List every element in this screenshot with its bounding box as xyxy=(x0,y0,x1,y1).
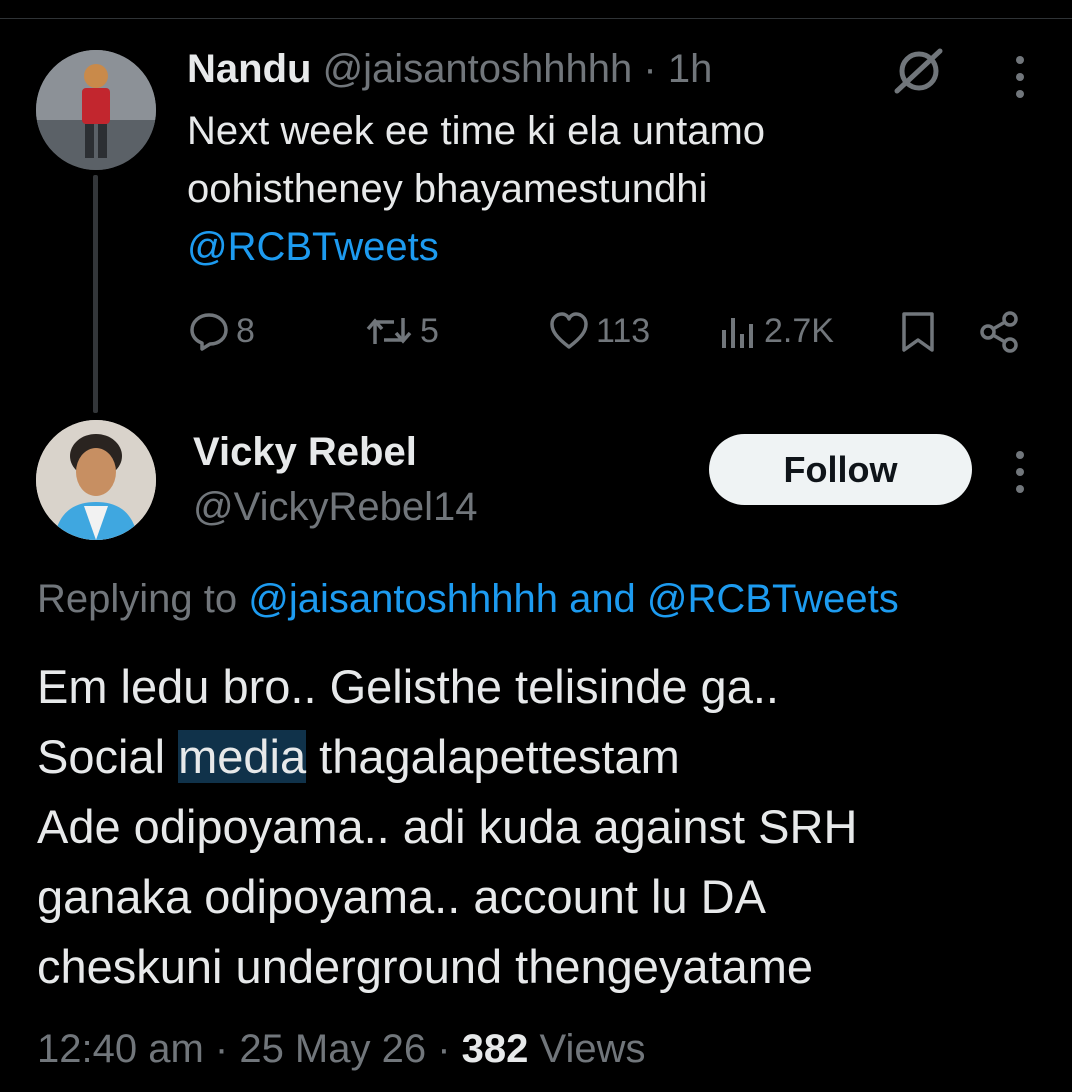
reply-icon xyxy=(188,310,230,352)
views-number: 382 xyxy=(461,1027,529,1071)
parent-display-name[interactable]: Nandu xyxy=(187,47,311,91)
vicky-avatar[interactable] xyxy=(36,420,156,540)
top-divider xyxy=(0,18,1072,19)
tweet-meta: 12:40 am · 25 May 26 · 382 Views xyxy=(37,1024,646,1074)
like-action[interactable]: 113 xyxy=(548,310,650,352)
timestamp[interactable]: 12:40 am · 25 May 26 · xyxy=(37,1027,462,1071)
parent-text-line2: oohistheney bhayamestundhi xyxy=(187,167,708,211)
replying-to-prefix: Replying to xyxy=(37,577,249,621)
reply-more-icon[interactable] xyxy=(1016,451,1024,493)
line2-suffix: thagalapettestam xyxy=(306,730,680,783)
reply-text-line2: Social media thagalapettestam xyxy=(37,722,857,792)
reply-text-line3: Ade odipoyama.. adi kuda against SRH xyxy=(37,800,858,853)
replying-to: Replying to @jaisantoshhhhh and @RCBTwee… xyxy=(37,575,899,623)
repost-icon xyxy=(364,310,414,352)
share-icon[interactable] xyxy=(978,310,1022,354)
parent-separator: · xyxy=(643,47,657,91)
replying-to-and: and xyxy=(557,577,647,621)
repost-count: 5 xyxy=(420,311,439,350)
views-count: 2.7K xyxy=(764,311,834,350)
follow-button[interactable]: Follow xyxy=(709,434,972,505)
reply-text-line1: Em ledu bro.. Gelisthe telisinde ga.. xyxy=(37,660,779,713)
reply-text-line5: cheskuni underground thengeyatame xyxy=(37,940,814,993)
replying-to-user[interactable]: @jaisantoshhhhh xyxy=(248,577,558,621)
reply-handle[interactable]: @VickyRebel14 xyxy=(193,483,477,531)
views-label: Views xyxy=(528,1027,646,1071)
highlighted-word: media xyxy=(178,730,307,783)
parent-text-line1: Next week ee time ki ela untamo xyxy=(187,109,766,153)
reply-text-line4: ganaka odipoyama.. account lu DA xyxy=(37,870,766,923)
replying-to-user2[interactable]: @RCBTweets xyxy=(647,577,899,621)
parent-mention[interactable]: @RCBTweets xyxy=(187,218,765,276)
thread-line xyxy=(93,175,98,413)
avatar-photo xyxy=(36,50,156,170)
bookmark-icon[interactable] xyxy=(900,310,936,354)
parent-header: Nandu @jaisantoshhhhh · 1h xyxy=(187,44,712,94)
avatar-photo xyxy=(36,420,156,540)
reply-action[interactable]: 8 xyxy=(188,310,255,352)
views-icon xyxy=(718,310,758,352)
reply-display-name[interactable]: Vicky Rebel xyxy=(193,428,417,476)
grok-icon[interactable] xyxy=(893,45,945,97)
views-action[interactable]: 2.7K xyxy=(718,310,834,352)
parent-tweet-text: Next week ee time ki ela untamo oohisthe… xyxy=(187,102,765,276)
like-count: 113 xyxy=(596,311,651,350)
parent-more-icon[interactable] xyxy=(1016,56,1024,98)
reply-tweet-text: Em ledu bro.. Gelisthe telisinde ga.. So… xyxy=(37,652,857,1002)
parent-handle[interactable]: @jaisantoshhhhh xyxy=(323,47,633,91)
reply-count: 8 xyxy=(236,311,255,350)
repost-action[interactable]: 5 xyxy=(364,310,439,352)
heart-icon xyxy=(548,310,590,352)
line2-prefix: Social xyxy=(37,730,179,783)
parent-time[interactable]: 1h xyxy=(668,47,713,91)
nandu-avatar[interactable] xyxy=(36,50,156,170)
